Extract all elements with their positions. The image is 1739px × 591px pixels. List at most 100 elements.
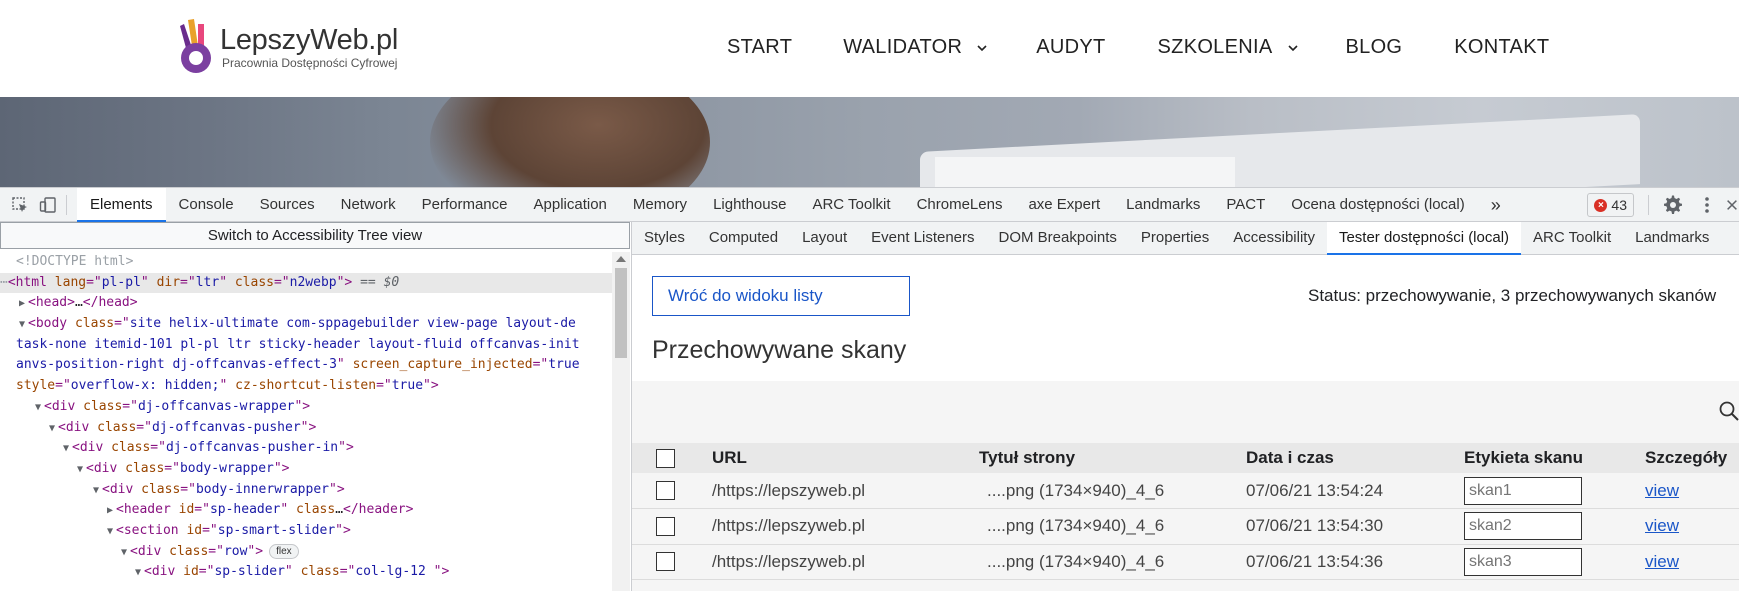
close-icon[interactable]	[1725, 193, 1739, 217]
cell-datetime: 07/06/21 13:54:36	[1246, 544, 1464, 580]
status-text: Status: przechowywanie, 3 przechowywanyc…	[1308, 286, 1717, 305]
tab-chromelens[interactable]: ChromeLens	[904, 188, 1016, 222]
inspect-icon[interactable]	[8, 193, 32, 217]
nav-item-blog[interactable]: BLOG	[1346, 36, 1403, 59]
column-header-datetime[interactable]: Data i czas	[1246, 443, 1464, 473]
tab-styles[interactable]: Styles	[632, 222, 697, 255]
dom-node[interactable]: <!DOCTYPE html>	[0, 252, 612, 273]
nav-item-walidator[interactable]: WALIDATOR	[843, 36, 988, 59]
tab-arc-toolkit[interactable]: ARC Toolkit	[1521, 222, 1623, 255]
site-logo[interactable]: LepszyWeb.pl Pracownia Dostępności Cyfro…	[174, 18, 398, 76]
tab-pact[interactable]: PACT	[1213, 188, 1278, 222]
chevron-down-icon[interactable]	[1287, 42, 1299, 54]
row-checkbox[interactable]	[656, 516, 675, 536]
dom-node-div[interactable]: ▼ <div class="dj-offcanvas-wrapper">	[0, 397, 612, 418]
scan-label-input[interactable]	[1464, 476, 1582, 505]
tab-ocena-dostepnosci[interactable]: Ocena dostępności (local)	[1278, 188, 1477, 222]
select-all-checkbox[interactable]	[656, 448, 675, 468]
dom-node-div[interactable]: ▼ <div class="dj-offcanvas-pusher">	[0, 418, 612, 439]
view-link[interactable]: view	[1645, 552, 1679, 571]
cell-datetime: 07/06/21 13:54:30	[1246, 508, 1464, 545]
scroll-thumb[interactable]	[615, 268, 627, 358]
tab-lighthouse[interactable]: Lighthouse	[700, 188, 799, 222]
tab-arc-toolkit[interactable]: ARC Toolkit	[799, 188, 903, 222]
tab-tester-dostepnosci[interactable]: Tester dostępności (local)	[1326, 222, 1522, 255]
more-icon[interactable]	[1695, 193, 1719, 217]
tab-accessibility[interactable]: Accessibility	[1221, 222, 1327, 255]
cell-url: /https://lepszyweb.pl	[712, 473, 979, 509]
cell-url: /https://lepszyweb.pl	[712, 544, 979, 580]
devtools-toolbar: Elements Console Sources Network Perform…	[0, 187, 1739, 222]
tab-landmarks[interactable]: Landmarks	[1113, 188, 1213, 222]
nav-item-szkolenia[interactable]: SZKOLENIA	[1158, 36, 1299, 59]
dom-node-head[interactable]: ▶ <head>…</head>	[0, 293, 612, 314]
scan-label-input[interactable]	[1464, 547, 1582, 576]
row-checkbox[interactable]	[656, 481, 675, 500]
tab-layout[interactable]: Layout	[790, 222, 859, 255]
scroll-up-icon[interactable]	[616, 256, 626, 262]
row-checkbox[interactable]	[656, 552, 675, 572]
cell-datetime: 07/06/21 13:54:24	[1246, 473, 1464, 509]
dom-node-div[interactable]: ▼ <div class="dj-offcanvas-pusher-in">	[0, 438, 612, 459]
dom-node-div[interactable]: ▼ <div class="body-wrapper">	[0, 459, 612, 480]
more-tabs-button[interactable]: »	[1478, 188, 1514, 222]
tab-event-listeners[interactable]: Event Listeners	[859, 222, 986, 255]
flex-badge[interactable]: flex	[269, 543, 299, 559]
cell-title: ....png (1734×940)_4_6	[979, 508, 1246, 545]
column-header-details[interactable]: Szczegóły	[1645, 443, 1739, 473]
tab-dom-breakpoints[interactable]: DOM Breakpoints	[987, 222, 1129, 255]
scan-label-input[interactable]	[1464, 512, 1582, 541]
column-header-url[interactable]: URL	[712, 443, 979, 473]
main-nav: START WALIDATOR AUDYT SZKOLENIA BLOG KON…	[727, 36, 1549, 59]
nav-item-start[interactable]: START	[727, 36, 792, 59]
tab-memory[interactable]: Memory	[620, 188, 700, 222]
table-header-row: URL Tytuł strony Data i czas Etykieta sk…	[632, 443, 1739, 473]
search-icon[interactable]	[1718, 400, 1739, 422]
chevron-down-icon[interactable]	[976, 42, 988, 54]
view-link[interactable]: view	[1645, 516, 1679, 535]
dom-node-html[interactable]: ⋯<html lang="pl-pl" dir="ltr" class="n2w…	[0, 272, 612, 294]
scans-table: URL Tytuł strony Data i czas Etykieta sk…	[632, 443, 1739, 580]
dom-node-header[interactable]: ▶ <header id="sp-header" class…</header>	[0, 500, 612, 521]
nav-item-audyt[interactable]: AUDYT	[1036, 36, 1105, 59]
devtools-panel: Elements Console Sources Network Perform…	[0, 187, 1739, 591]
tab-computed[interactable]: Computed	[697, 222, 790, 255]
sidebar-panel: Styles Computed Layout Event Listeners D…	[632, 222, 1739, 591]
column-header-title[interactable]: Tytuł strony	[979, 443, 1246, 473]
accessibility-tree-switch[interactable]: Switch to Accessibility Tree view	[0, 222, 630, 249]
cell-title: ....png (1734×940)_4_6	[979, 544, 1246, 580]
tab-elements[interactable]: Elements	[77, 187, 166, 222]
error-count-badge[interactable]: × 43	[1587, 193, 1634, 217]
tab-properties[interactable]: Properties	[1129, 222, 1221, 255]
tab-landmarks[interactable]: Landmarks	[1623, 222, 1721, 255]
dom-node-div[interactable]: ▼ <div class="row"> flex	[0, 542, 612, 563]
settings-icon[interactable]	[1661, 193, 1685, 217]
site-header: LepszyWeb.pl Pracownia Dostępności Cyfro…	[0, 0, 1739, 97]
tab-console[interactable]: Console	[166, 188, 247, 222]
collapse-triangle-icon[interactable]: ▼	[16, 315, 28, 336]
tab-axe-expert[interactable]: axe Expert	[1015, 188, 1113, 222]
cell-url: /https://lepszyweb.pl	[712, 508, 979, 545]
dom-node-div[interactable]: ▼ <div class="body-innerwrapper">	[0, 480, 612, 501]
view-link[interactable]: view	[1645, 481, 1679, 500]
sidebar-tabs: Styles Computed Layout Event Listeners D…	[632, 222, 1739, 255]
tab-sources[interactable]: Sources	[247, 188, 328, 222]
dom-tree: <!DOCTYPE html> ⋯<html lang="pl-pl" dir=…	[0, 252, 612, 583]
elements-scrollbar[interactable]	[612, 252, 630, 591]
logo-tagline: Pracownia Dostępności Cyfrowej	[222, 56, 398, 70]
tab-network[interactable]: Network	[328, 188, 409, 222]
logo-hand-icon	[180, 19, 211, 73]
tab-performance[interactable]: Performance	[409, 188, 521, 222]
elements-panel: Switch to Accessibility Tree view <!DOCT…	[0, 222, 632, 591]
tab-application[interactable]: Application	[521, 188, 620, 222]
dom-node-body[interactable]: ▼ <body class="site helix-ultimate com-sp…	[0, 314, 612, 335]
dom-node-div[interactable]: ▼ <div id="sp-slider" class="col-lg-12 ">	[0, 562, 612, 583]
device-toolbar-icon[interactable]	[36, 193, 60, 217]
table-row: /https://lepszyweb.pl ....png (1734×940)…	[632, 544, 1739, 580]
dom-node-section[interactable]: ▼ <section id="sp-smart-slider">	[0, 521, 612, 542]
back-to-list-button[interactable]: Wróć do widoku listy	[652, 276, 910, 316]
column-header-label[interactable]: Etykieta skanu	[1464, 443, 1645, 473]
nav-item-kontakt[interactable]: KONTAKT	[1454, 36, 1549, 59]
expand-triangle-icon[interactable]: ▶	[16, 294, 28, 315]
error-icon: ×	[1594, 198, 1608, 212]
